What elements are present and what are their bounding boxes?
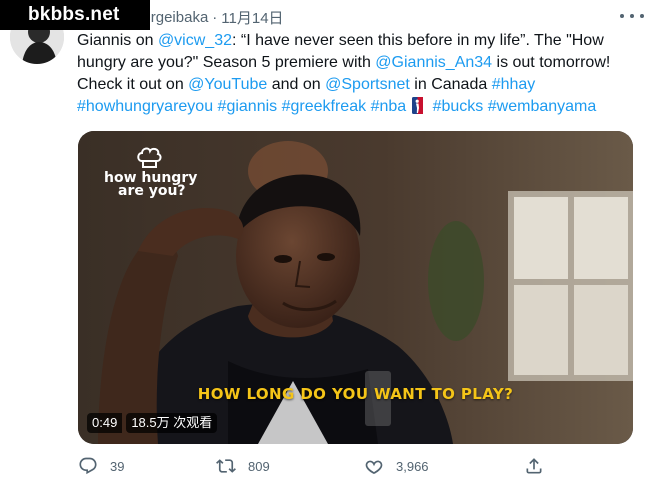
text-segment: and on	[267, 76, 326, 93]
video-info-overlay: 0:49 18.5万 次观看	[87, 413, 218, 433]
hashtag-hhay[interactable]: #hhay	[492, 76, 536, 93]
timestamp[interactable]: 11月14日	[221, 7, 283, 28]
show-logo: how hungry are you?	[104, 147, 198, 198]
hashtag-greekfreak[interactable]: #greekfreak	[282, 98, 367, 115]
text-segment: Giannis on	[77, 32, 158, 49]
tweet-text: Giannis on @vicw_32: “I have never seen …	[77, 30, 649, 118]
action-bar: 39 809 3,966	[78, 456, 548, 484]
hashtag-nba[interactable]: #nba	[371, 98, 407, 115]
hashtag-wembanyama[interactable]: #wembanyama	[488, 98, 597, 115]
like-count: 3,966	[396, 458, 429, 474]
hashtag-howhungryareyou[interactable]: #howhungryareyou	[77, 98, 213, 115]
video-duration: 0:49	[87, 413, 123, 433]
mention-sportsnet[interactable]: @Sportsnet	[325, 76, 410, 93]
retweet-icon	[216, 459, 236, 473]
text-segment: in Canada	[409, 76, 492, 93]
reply-count: 39	[110, 458, 125, 474]
mention-vicw[interactable]: @vicw_32	[158, 32, 232, 49]
like-button[interactable]: 3,966	[364, 456, 429, 476]
hashtag-bucks[interactable]: #bucks	[433, 98, 484, 115]
nba-logo-icon	[412, 97, 424, 114]
chef-hat-icon	[137, 147, 162, 168]
hashtag-giannis[interactable]: #giannis	[218, 98, 278, 115]
share-icon	[526, 458, 542, 474]
tweet: bkbbs.net ka @sergeibaka · 11月14日 Gianni…	[0, 0, 660, 494]
watermark: bkbbs.net	[0, 0, 150, 30]
mention-giannis[interactable]: @Giannis_An34	[375, 54, 492, 71]
retweet-count: 809	[248, 458, 270, 474]
video-player[interactable]: how hungry are you? HOW LONG DO YOU WANT…	[78, 131, 633, 444]
tweet-header: ka @sergeibaka · 11月14日	[76, 4, 646, 30]
video-view-count: 18.5万 次观看	[126, 413, 218, 433]
show-logo-line2: are you?	[118, 183, 186, 199]
video-caption: HOW LONG DO YOU WANT TO PLAY?	[197, 385, 514, 403]
reply-icon	[79, 457, 97, 475]
like-icon	[365, 460, 383, 474]
more-icon[interactable]	[620, 8, 644, 24]
retweet-button[interactable]: 809	[216, 456, 270, 476]
share-button[interactable]	[524, 456, 544, 476]
reply-button[interactable]: 39	[78, 456, 124, 476]
separator-dot: ·	[212, 8, 218, 26]
mention-youtube[interactable]: @YouTube	[188, 76, 267, 93]
